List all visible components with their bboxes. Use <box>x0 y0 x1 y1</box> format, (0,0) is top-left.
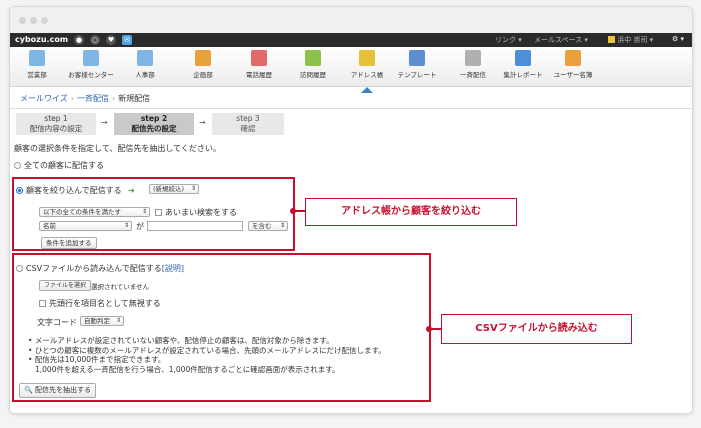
user-directory-icon <box>565 50 581 66</box>
step-label: 配信先の設定 <box>131 124 177 133</box>
csv-callout: CSVファイルから読み込む <box>441 314 632 344</box>
step-arrow-icon: → <box>199 118 206 127</box>
user-menu[interactable]: 浜中 崇司 ▾ <box>608 35 653 45</box>
app-bulk-mail[interactable]: 一斉配信 <box>446 50 500 79</box>
folder-icon <box>29 50 45 66</box>
app-label: テンプレート <box>397 71 437 79</box>
app-label: ユーザー名簿 <box>553 71 593 79</box>
user-avatar-icon <box>608 36 615 43</box>
divider <box>10 108 692 109</box>
breadcrumb-current: 新規配信 <box>118 94 151 103</box>
links-menu[interactable]: リンク ▾ <box>495 35 522 45</box>
app-address-book[interactable]: アドレス帳 <box>340 50 394 93</box>
folder-icon <box>195 50 211 66</box>
folder-icon <box>137 50 153 66</box>
step-1: step 1 配信内容の設定 <box>16 113 96 135</box>
breadcrumb-section-link[interactable]: 一斉配信 <box>77 94 109 103</box>
mailspace-menu[interactable]: メールスペース ▾ <box>534 35 588 45</box>
zoom-window-button[interactable] <box>41 17 48 24</box>
breadcrumb-separator: › <box>70 94 74 103</box>
top-navigation-bar: cybozu.com ● ○ ♥ ✉ リンク ▾ メールスペース ▾ 浜中 崇司… <box>10 33 692 47</box>
step-2: step 2 配信先の設定 <box>114 113 194 135</box>
bulk-mail-icon <box>465 50 481 66</box>
step-label: 確認 <box>240 124 256 133</box>
step-title: step 1 <box>44 114 68 123</box>
phone-log-icon <box>251 50 267 66</box>
app-planning[interactable]: 企画部 <box>176 50 230 79</box>
address-book-callout: アドレス帳から顧客を絞り込む <box>305 198 517 226</box>
all-customers-option[interactable]: 全ての顧客に配信する <box>14 160 104 171</box>
app-phone-history[interactable]: 電話履歴 <box>232 50 286 79</box>
app-user-directory[interactable]: ユーザー名簿 <box>546 50 600 79</box>
settings-gear-icon[interactable]: ⚙ ▾ <box>672 35 684 43</box>
instruction-text: 顧客の選択条件を指定して、配信先を抽出してください。 <box>14 144 221 153</box>
annotation-dot <box>426 326 432 332</box>
report-icon <box>515 50 531 66</box>
address-book-icon <box>359 50 375 66</box>
app-label: アドレス帳 <box>350 71 384 79</box>
minimize-window-button[interactable] <box>30 17 37 24</box>
cybozu-logo[interactable]: cybozu.com <box>15 35 68 44</box>
visit-log-icon <box>305 50 321 66</box>
notification-icon[interactable]: ○ <box>90 35 100 45</box>
mailwise-icon[interactable]: ✉ <box>122 35 132 45</box>
app-template[interactable]: テンプレート <box>390 50 444 79</box>
step-arrow-icon: → <box>101 118 108 127</box>
title-bar <box>10 7 692 33</box>
favorite-icon[interactable]: ♥ <box>106 35 116 45</box>
app-label: 人事部 <box>135 71 155 79</box>
breadcrumb-app-link[interactable]: メールワイズ <box>20 94 68 103</box>
app-label: 企画部 <box>193 71 213 79</box>
address-book-annotation-box <box>12 177 295 251</box>
all-customers-radio[interactable] <box>14 162 21 169</box>
app-report[interactable]: 集計レポート <box>496 50 550 79</box>
app-sales[interactable]: 営業部 <box>10 50 64 79</box>
step-title: step 2 <box>140 114 168 123</box>
app-customer-center[interactable]: お客様センター <box>64 50 118 79</box>
template-icon <box>409 50 425 66</box>
app-visit-history[interactable]: 訪問履歴 <box>286 50 340 79</box>
breadcrumb: メールワイズ › 一斉配信 › 新規配信 <box>20 93 150 104</box>
app-hr[interactable]: 人事部 <box>118 50 172 79</box>
app-label: 訪問履歴 <box>300 71 326 79</box>
step-title: step 3 <box>236 114 260 123</box>
folder-icon <box>83 50 99 66</box>
user-name: 浜中 崇司 ▾ <box>617 36 654 44</box>
close-window-button[interactable] <box>19 17 26 24</box>
app-label: お客様センター <box>68 71 114 79</box>
app-label: 一斉配信 <box>460 71 486 79</box>
app-menu-bar: 営業部 お客様センター 人事部 企画部 電話履歴 訪問履歴 アドレス帳 テンプレ… <box>10 47 692 93</box>
app-label: 電話履歴 <box>246 71 272 79</box>
breadcrumb-separator: › <box>111 94 116 103</box>
portal-icon[interactable]: ● <box>74 35 84 45</box>
app-label: 営業部 <box>27 71 47 79</box>
annotation-dot <box>290 208 296 214</box>
step-3: step 3 確認 <box>212 113 284 135</box>
csv-annotation-box <box>12 253 431 402</box>
app-label: 集計レポート <box>503 71 543 79</box>
all-customers-label: 全ての顧客に配信する <box>24 161 104 170</box>
step-label: 配信内容の設定 <box>29 124 83 133</box>
